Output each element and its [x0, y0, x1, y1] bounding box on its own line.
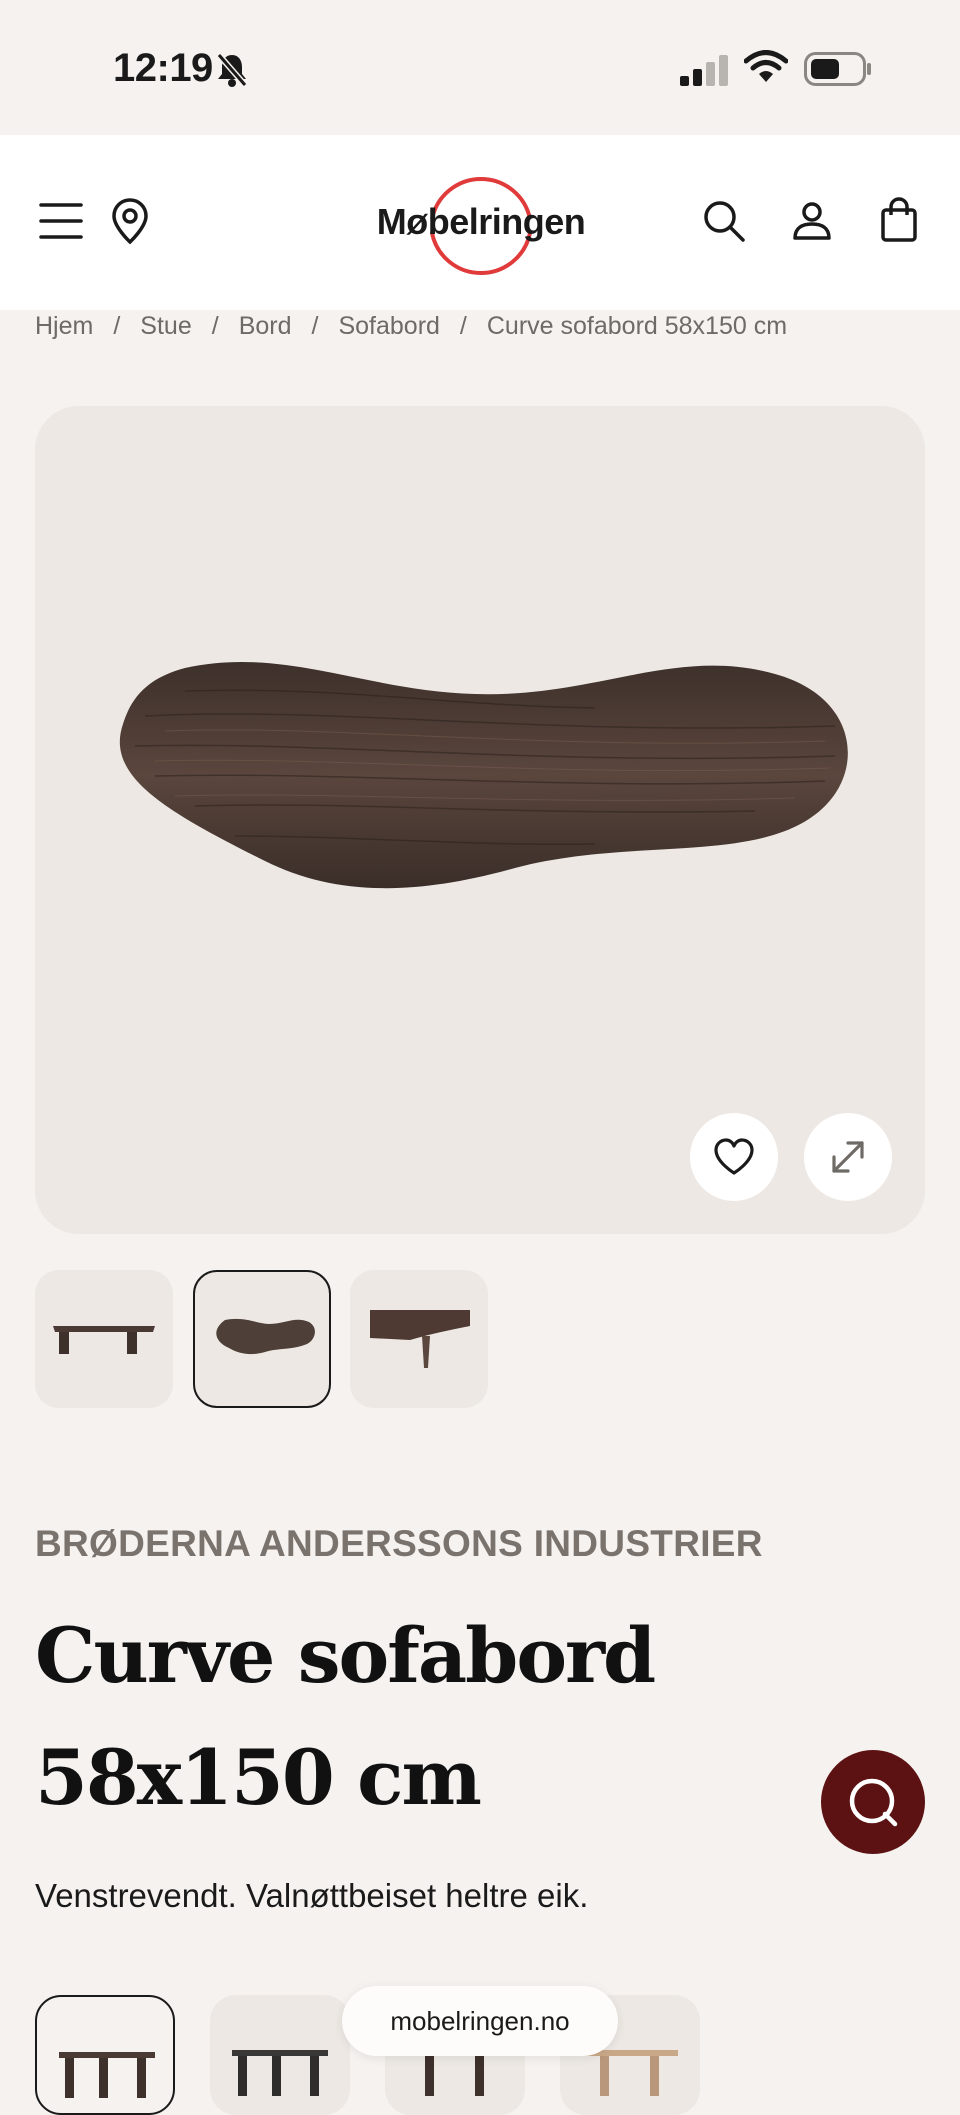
chat-support-button[interactable] — [821, 1750, 925, 1854]
heart-icon — [714, 1138, 754, 1175]
variant-option-2[interactable] — [210, 1995, 350, 2115]
breadcrumb-item-bord[interactable]: Bord — [239, 312, 292, 341]
product-title: Curve sofabord 58x150 cm — [35, 1611, 656, 1822]
breadcrumb-separator: / — [113, 312, 121, 340]
breadcrumb-separator: / — [459, 312, 467, 340]
thumbnail-detail-view[interactable] — [350, 1270, 488, 1408]
thumbnail-side-view[interactable] — [35, 1270, 173, 1408]
product-image-main[interactable] — [35, 406, 925, 1234]
thumbnail-top-view[interactable] — [193, 1270, 331, 1408]
variant-thumbnail — [232, 2050, 328, 2096]
product-brand[interactable]: BRØDERNA ANDERSSONS INDUSTRIER — [35, 1523, 763, 1565]
breadcrumb-separator: / — [311, 312, 319, 340]
cellular-signal-icon — [680, 55, 728, 86]
table-side-thumbnail — [53, 1326, 155, 1354]
logo-text: Møbelringen — [376, 201, 586, 242]
table-top-image — [119, 661, 848, 889]
table-detail-thumbnail — [370, 1310, 470, 1368]
add-to-wishlist-button[interactable] — [690, 1113, 778, 1201]
search-icon[interactable] — [702, 199, 746, 243]
breadcrumb: Hjem / Stue / Bord / Sofabord / Curve sofabord 5… — [35, 312, 787, 341]
expand-icon — [832, 1141, 864, 1173]
browser-url-bar[interactable]: mobelringen.no — [342, 1986, 618, 2056]
site-logo[interactable]: Møbelringen — [370, 171, 592, 276]
product-description: Venstrevendt. Valnøttbeiset heltre eik. — [35, 1877, 589, 1914]
status-time: 12:19 — [113, 46, 213, 90]
status-bar: 12:19 — [0, 0, 960, 135]
account-icon[interactable] — [792, 201, 832, 241]
chat-bubble-icon — [849, 1778, 898, 1827]
shopping-bag-icon[interactable] — [880, 197, 918, 243]
breadcrumb-separator: / — [211, 312, 219, 340]
variant-option-1[interactable] — [35, 1995, 175, 2115]
battery-icon — [804, 52, 871, 86]
breadcrumb-item-stue[interactable]: Stue — [140, 312, 191, 341]
variant-thumbnail — [59, 2052, 155, 2098]
breadcrumb-item-hjem[interactable]: Hjem — [35, 312, 93, 341]
bell-muted-icon — [216, 53, 248, 87]
breadcrumb-item-current: Curve sofabord 58x150 cm — [486, 312, 788, 340]
store-location-icon[interactable] — [110, 197, 150, 245]
breadcrumb-item-sofabord[interactable]: Sofabord — [338, 312, 439, 341]
site-header: Møbelringen — [0, 135, 960, 310]
table-top-thumbnail — [216, 1318, 315, 1355]
wifi-icon — [744, 50, 788, 82]
menu-icon[interactable] — [38, 201, 84, 241]
fullscreen-button[interactable] — [804, 1113, 892, 1201]
